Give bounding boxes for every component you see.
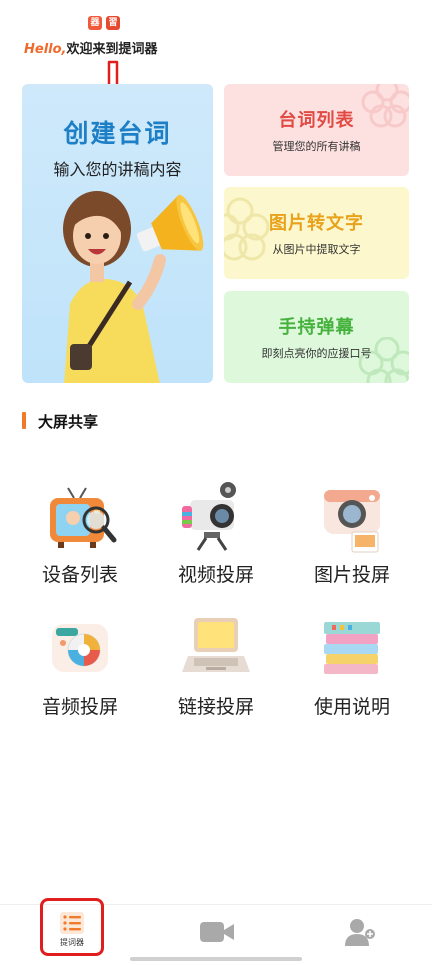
script-list-subtitle: 管理您的所有讲稿 [272,140,361,153]
home-indicator[interactable] [130,957,302,961]
grid-item-link-cast[interactable]: 链接投屏 [156,608,276,728]
welcome-text: 欢迎来到提词器 [66,42,158,57]
hello-word: Hello, [24,42,67,57]
video-camera-icon [182,482,236,551]
tv-icon [50,487,117,548]
grid-label: 设备列表 [41,564,118,586]
grid-item-audio-cast[interactable]: 音频投屏 [20,608,140,728]
grid-item-video-cast[interactable]: 视频投屏 [156,476,276,596]
grid-label: 视频投屏 [177,564,254,586]
logo-badge-left: 器 [88,16,102,30]
image-to-text-card[interactable]: 图片转文字 从图片中提取文字 [224,187,409,279]
video-icon [200,922,234,942]
script-list-card[interactable]: 台词列表 管理您的所有讲稿 [224,84,409,176]
grid-label: 链接投屏 [177,696,254,718]
instant-camera-icon [324,490,380,553]
section-accent-bar [22,412,26,429]
script-list-title: 台词列表 [278,110,355,131]
handheld-barrage-card[interactable]: 手持弹幕 即刻点亮你的应援口号 [224,291,409,383]
grid-label: 音频投屏 [41,696,118,718]
create-script-title: 创建台词 [63,119,172,148]
books-icon [324,622,380,674]
logo-badge-right: 習 [106,16,120,30]
image-to-text-title: 图片转文字 [269,213,364,234]
tab-profile[interactable] [344,916,376,948]
highlight-box [40,898,104,956]
image-to-text-subtitle: 从图片中提取文字 [272,243,361,256]
user-icon [345,919,375,946]
app-logo: 器 習 [88,16,122,32]
section-title: 大屏共享 [38,413,99,431]
create-script-card[interactable]: 创建台词 输入您的讲稿内容 [22,84,213,383]
handheld-barrage-subtitle: 即刻点亮你的应援口号 [261,347,372,360]
grid-label: 图片投屏 [313,564,390,586]
tab-video[interactable] [198,918,236,946]
grid-item-instructions[interactable]: 使用说明 [292,608,412,728]
grid-item-image-cast[interactable]: 图片投屏 [292,476,412,596]
audio-player-icon [52,624,108,672]
laptop-icon [182,618,250,672]
girl-megaphone-illustration [63,191,204,383]
welcome-header: Hello,欢迎来到提词器 [24,38,158,57]
create-script-subtitle: 输入您的讲稿内容 [53,160,182,179]
grid-label: 使用说明 [313,696,390,718]
grid-item-device-list[interactable]: 设备列表 [20,476,140,596]
handheld-barrage-title: 手持弹幕 [278,317,355,338]
